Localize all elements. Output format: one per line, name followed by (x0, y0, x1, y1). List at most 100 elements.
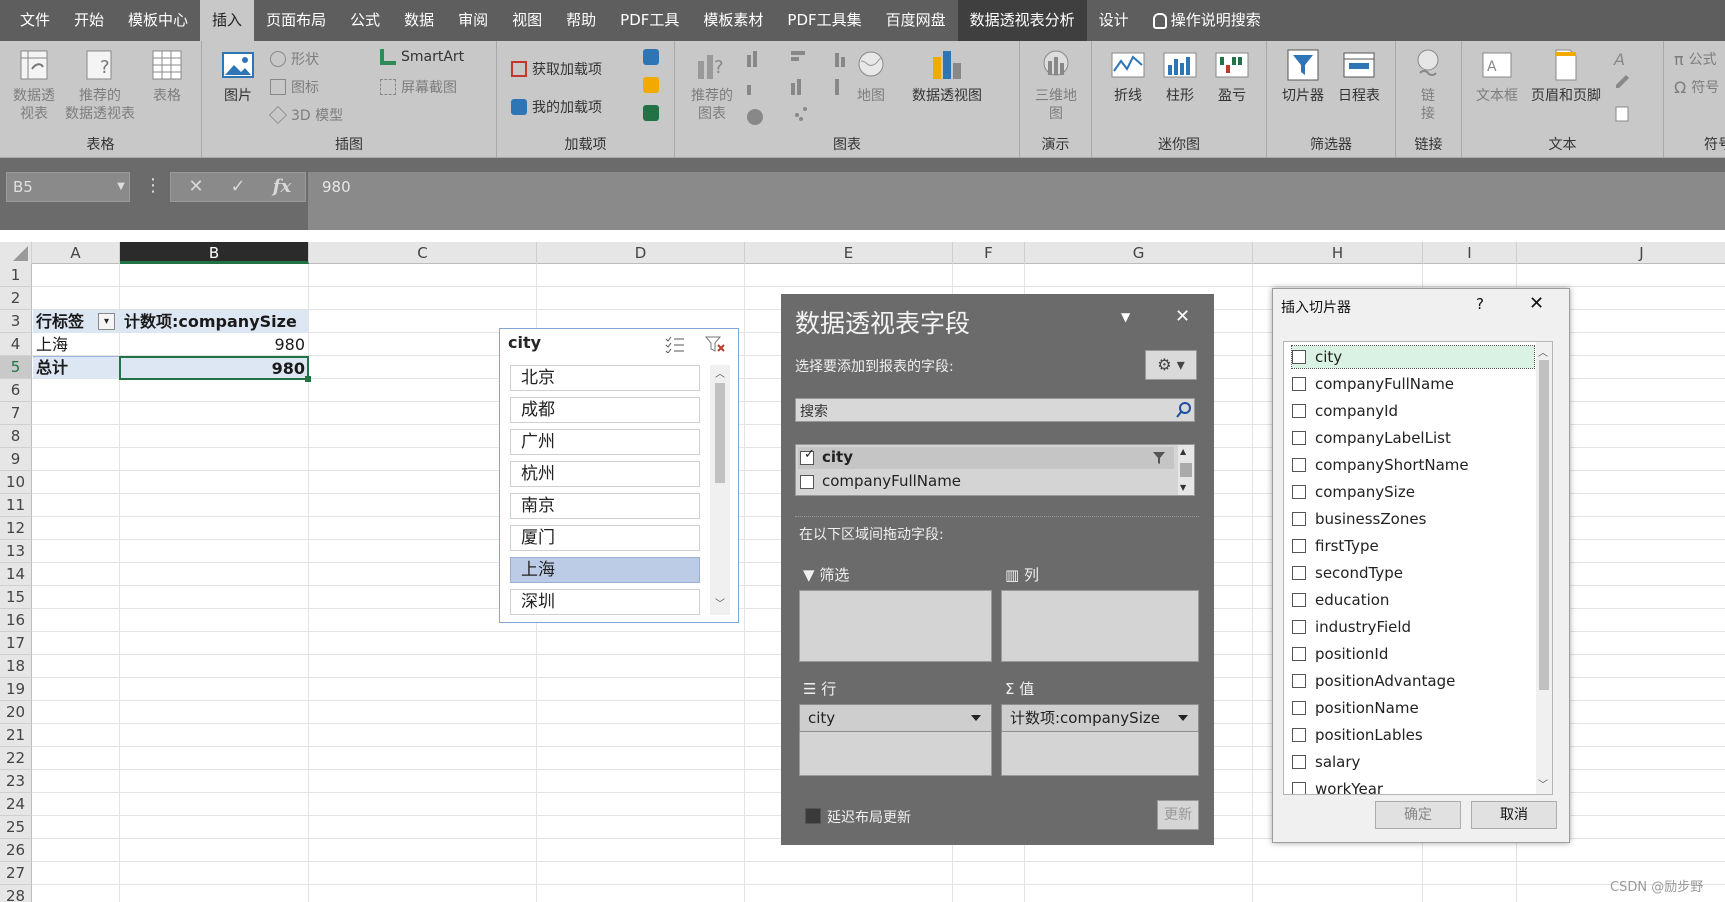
timeline-button[interactable]: 日程表 (1333, 47, 1385, 105)
values-field-count[interactable]: 计数项:companySize (1001, 704, 1199, 732)
slicer-item[interactable]: 南京 (510, 493, 700, 519)
my-addins-button[interactable]: 我的加载项 (511, 97, 602, 117)
row-header-1[interactable]: 1 (0, 264, 32, 287)
row-header-22[interactable]: 22 (0, 747, 32, 770)
menu-tab-4[interactable]: 页面布局 (254, 0, 338, 41)
row-header-5[interactable]: 5 (0, 356, 32, 379)
slicer-field-checkbox[interactable] (1292, 620, 1306, 634)
row-header-16[interactable]: 16 (0, 609, 32, 632)
slicer-item[interactable]: 上海 (510, 557, 700, 583)
row-header-17[interactable]: 17 (0, 632, 32, 655)
slicer-field-checkbox[interactable] (1292, 566, 1306, 580)
menu-tab-9[interactable]: 帮助 (554, 0, 608, 41)
formula-input[interactable]: 980 (308, 172, 1725, 230)
column-header-A[interactable]: A (32, 242, 120, 264)
smartart-button[interactable]: SmartArt (380, 49, 464, 65)
table-button[interactable]: 表格 (142, 47, 192, 105)
menu-tab-13[interactable]: 百度网盘 (874, 0, 958, 41)
slicer-field-item[interactable]: businessZones (1292, 508, 1426, 530)
slicer-field-checkbox[interactable] (1292, 485, 1306, 499)
update-button[interactable]: 更新 (1157, 800, 1199, 830)
pivot-chart-button[interactable]: 数据透视图 (897, 47, 997, 105)
filters-drop-zone[interactable] (799, 590, 992, 662)
dialog-scroll-up-icon[interactable]: ︿ (1538, 344, 1548, 359)
slicer-field-item[interactable]: companyFullName (1292, 373, 1454, 395)
row-header-6[interactable]: 6 (0, 379, 32, 402)
grand-total-label[interactable]: 总计 (36, 356, 68, 379)
slicer-field-checkbox[interactable] (1292, 782, 1306, 794)
row-header-7[interactable]: 7 (0, 402, 32, 425)
slicer-field-checkbox[interactable] (1292, 431, 1306, 445)
field-row-city[interactable]: ✓ city (798, 447, 1174, 469)
dialog-scroll-down-icon[interactable]: ﹀ (1538, 776, 1548, 791)
pivot-table-button[interactable]: 数据透 视表 (6, 47, 62, 123)
slicer-item[interactable]: 厦门 (510, 525, 700, 551)
tell-me-search[interactable]: 操作说明搜索 (1141, 0, 1273, 41)
screenshot-button[interactable]: 屏幕截图 (380, 77, 457, 97)
sparkline-column-button[interactable]: 柱形 (1158, 47, 1202, 105)
slicer-field-checkbox[interactable] (1292, 674, 1306, 688)
slicer-field-item[interactable]: salary (1292, 751, 1360, 773)
slicer-field-item[interactable]: secondType (1292, 562, 1403, 584)
cancel-icon[interactable]: ✕ (181, 173, 211, 201)
slicer-field-checkbox[interactable] (1292, 647, 1306, 661)
slicer-field-item[interactable]: firstType (1292, 535, 1379, 557)
dialog-ok-button[interactable]: 确定 (1375, 801, 1461, 829)
3d-models-button[interactable]: 3D 模型 (268, 105, 343, 125)
clear-filter-icon[interactable] (704, 335, 726, 353)
row-header-4[interactable]: 4 (0, 333, 32, 356)
scroll-down-icon[interactable]: ﹀ (710, 595, 730, 611)
slicer-item[interactable]: 杭州 (510, 461, 700, 487)
icons-button[interactable]: 图标 (270, 77, 319, 97)
column-header-I[interactable]: I (1423, 242, 1517, 264)
multi-select-icon[interactable] (664, 335, 686, 353)
menu-tab-2[interactable]: 模板中心 (116, 0, 200, 41)
row-header-3[interactable]: 3 (0, 310, 32, 333)
row-header-9[interactable]: 9 (0, 448, 32, 471)
3d-map-button[interactable]: 三维地 图 (1030, 47, 1082, 123)
column-header-J[interactable]: J (1517, 242, 1725, 264)
shapes-button[interactable]: 形状 (270, 49, 319, 69)
row-header-27[interactable]: 27 (0, 862, 32, 885)
row-label-cell[interactable]: 上海 (36, 333, 68, 356)
enter-icon[interactable]: ✓ (223, 173, 253, 201)
text-small-icons[interactable]: A (1612, 49, 1652, 129)
column-header-D[interactable]: D (537, 242, 745, 264)
slicer-field-checkbox[interactable] (1292, 350, 1306, 364)
textbox-button[interactable]: A 文本框 (1472, 47, 1522, 105)
slicer-field-checkbox[interactable] (1292, 512, 1306, 526)
dialog-help-button[interactable]: ? (1476, 295, 1484, 313)
row-header-15[interactable]: 15 (0, 586, 32, 609)
menu-tab-15[interactable]: 设计 (1087, 0, 1141, 41)
value-header[interactable]: 计数项:companySize (124, 310, 297, 333)
row-value-cell[interactable]: 980 (120, 333, 305, 356)
menu-tab-5[interactable]: 公式 (338, 0, 392, 41)
slicer-scrollbar[interactable]: ︿ ﹀ (710, 365, 730, 615)
menu-tab-6[interactable]: 数据 (392, 0, 446, 41)
row-header-26[interactable]: 26 (0, 839, 32, 862)
slicer-field-item[interactable]: companyId (1292, 400, 1398, 422)
field-search-input[interactable]: 搜索 (795, 398, 1195, 422)
bing-icon[interactable] (643, 77, 659, 93)
column-header-B[interactable]: B (120, 242, 309, 264)
dialog-cancel-button[interactable]: 取消 (1471, 801, 1557, 829)
select-all-corner[interactable] (0, 242, 32, 264)
row-header-14[interactable]: 14 (0, 563, 32, 586)
slicer-field-item[interactable]: companySize (1292, 481, 1415, 503)
recommended-charts-button[interactable]: ? 推荐的 图表 (687, 47, 737, 123)
chart-type-icons[interactable] (745, 49, 865, 129)
pane-options-icon[interactable]: ▼ (1121, 310, 1130, 324)
menu-tab-10[interactable]: PDF工具 (608, 0, 691, 41)
row-header-28[interactable]: 28 (0, 885, 32, 902)
column-header-G[interactable]: G (1025, 242, 1253, 264)
slicer-button[interactable]: 切片器 (1277, 47, 1329, 105)
slicer-field-item[interactable]: workYear (1292, 778, 1383, 794)
menu-tab-12[interactable]: PDF工具集 (775, 0, 873, 41)
menu-tab-3[interactable]: 插入 (200, 0, 255, 41)
slicer-field-item[interactable]: companyLabelList (1292, 427, 1451, 449)
field-checkbox-companyfullname[interactable] (800, 475, 814, 489)
dialog-scrollbar[interactable]: ︿ ﹀ (1536, 342, 1552, 794)
slicer-field-item[interactable]: positionId (1292, 643, 1388, 665)
slicer-item[interactable]: 成都 (510, 397, 700, 423)
slicer-field-checkbox[interactable] (1292, 728, 1306, 742)
